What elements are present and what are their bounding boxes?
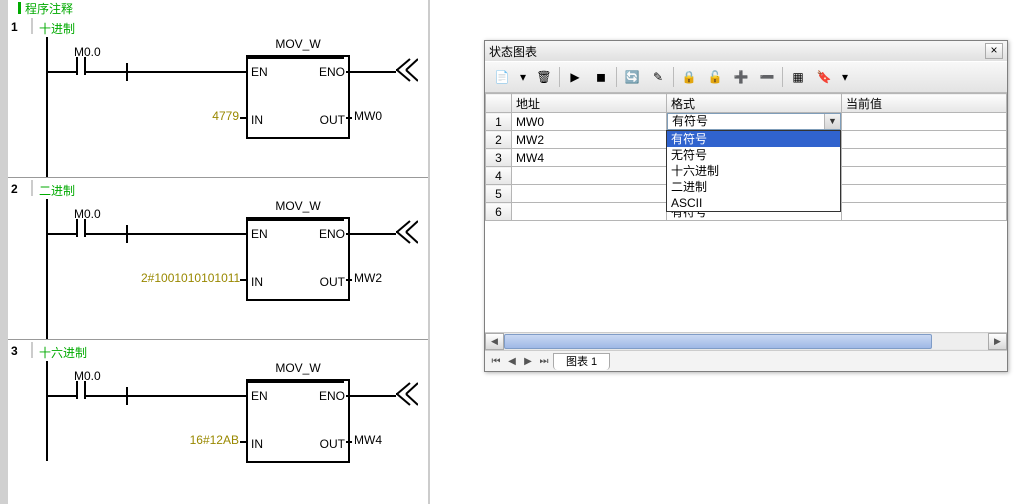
- force-remove-icon[interactable]: ➖: [756, 66, 778, 88]
- row-number: 6: [486, 203, 512, 221]
- dropdown-option[interactable]: ASCII: [667, 195, 840, 211]
- col-rownum[interactable]: [486, 94, 512, 113]
- cell-address[interactable]: MW4: [512, 149, 667, 167]
- refresh-icon[interactable]: 🔄: [621, 66, 643, 88]
- new-chart-icon[interactable]: 📄: [491, 66, 513, 88]
- eno-arrow-icon: [396, 381, 418, 407]
- cell-address[interactable]: [512, 167, 667, 185]
- cell-address[interactable]: MW0: [512, 113, 667, 131]
- dropdown-option[interactable]: 十六进制: [667, 163, 840, 179]
- edit-icon[interactable]: ✎: [647, 66, 669, 88]
- network-title: 二进制: [39, 180, 75, 199]
- tab-last-icon[interactable]: ⏭: [537, 354, 551, 368]
- out-value[interactable]: MW2: [354, 271, 382, 285]
- network-2[interactable]: 2 二进制 M0.0 MOV_W EN ENO IN OUT: [8, 178, 428, 340]
- network-title: 十进制: [39, 18, 75, 37]
- eno-arrow-icon: [396, 219, 418, 245]
- panel-title-text: 状态图表: [489, 43, 537, 60]
- h-scrollbar[interactable]: ◀ ▶: [485, 332, 1007, 350]
- network-title: 十六进制: [39, 342, 87, 361]
- network-3[interactable]: 3 十六进制 M0.0 MOV_W EN ENO IN OUT: [8, 340, 428, 461]
- sheet-tab[interactable]: 图表 1: [553, 353, 610, 370]
- format-combobox[interactable]: 有符号▼: [667, 113, 841, 130]
- cell-value[interactable]: [842, 131, 1007, 149]
- panel-toolbar: 📄 ▾ 🗑 ▶ ◼ 🔄 ✎ 🔒 🔓 ➕ ➖ ▦ 🔖 ▾: [485, 61, 1007, 93]
- dropdown-icon[interactable]: ▾: [839, 66, 851, 88]
- mov-w-block[interactable]: MOV_W EN ENO IN OUT: [246, 217, 350, 301]
- delete-icon[interactable]: 🗑: [533, 66, 555, 88]
- network-1[interactable]: 1 十进制 M0.0 MOV_W: [8, 16, 428, 178]
- scroll-right-icon[interactable]: ▶: [988, 333, 1007, 350]
- row-number: 4: [486, 167, 512, 185]
- cell-value[interactable]: [842, 185, 1007, 203]
- sheet-tabs: ⏮ ◀ ▶ ⏭ 图表 1: [485, 350, 1007, 371]
- cell-value[interactable]: [842, 149, 1007, 167]
- dropdown-option[interactable]: 无符号: [667, 147, 840, 163]
- program-comment-header: 程序注释: [8, 0, 428, 16]
- scroll-thumb[interactable]: [504, 334, 932, 349]
- tab-first-icon[interactable]: ⏮: [489, 354, 503, 368]
- lock-icon[interactable]: 🔒: [678, 66, 700, 88]
- unlock-icon[interactable]: 🔓: [704, 66, 726, 88]
- stop-icon[interactable]: ◼: [590, 66, 612, 88]
- cell-address[interactable]: [512, 203, 667, 221]
- mov-w-block[interactable]: MOV_W EN ENO IN OUT: [246, 379, 350, 463]
- row-number: 2: [486, 131, 512, 149]
- force-add-icon[interactable]: ➕: [730, 66, 752, 88]
- table-row[interactable]: 1MW0有符号▼: [486, 113, 1007, 131]
- cell-format[interactable]: 有符号▼: [667, 113, 842, 131]
- col-address[interactable]: 地址: [512, 94, 667, 113]
- out-value[interactable]: MW0: [354, 109, 382, 123]
- chevron-down-icon[interactable]: ▼: [824, 114, 840, 129]
- network-number: 3: [8, 342, 33, 358]
- table-view-icon[interactable]: ▦: [787, 66, 809, 88]
- ladder-editor: 程序注释 1 十进制 M0.0: [0, 0, 430, 504]
- panel-titlebar[interactable]: 状态图表 ×: [485, 41, 1007, 61]
- tab-prev-icon[interactable]: ◀: [505, 354, 519, 368]
- in-value[interactable]: 2#1001010101011: [141, 271, 239, 285]
- dropdown-option[interactable]: 二进制: [667, 179, 840, 195]
- in-value[interactable]: 16#12AB: [141, 433, 239, 447]
- col-format[interactable]: 格式: [667, 94, 842, 113]
- out-value[interactable]: MW4: [354, 433, 382, 447]
- in-value[interactable]: 4779: [141, 109, 239, 123]
- cell-value[interactable]: [842, 203, 1007, 221]
- run-icon[interactable]: ▶: [564, 66, 586, 88]
- eno-arrow-icon: [396, 57, 418, 83]
- status-table[interactable]: 地址 格式 当前值 1MW0有符号▼2MW2有符号3MW445有符号6有符号 有…: [485, 93, 1007, 332]
- network-number: 2: [8, 180, 33, 196]
- close-button[interactable]: ×: [985, 43, 1003, 59]
- tab-next-icon[interactable]: ▶: [521, 354, 535, 368]
- cell-value[interactable]: [842, 167, 1007, 185]
- row-number: 3: [486, 149, 512, 167]
- format-dropdown[interactable]: 有符号无符号十六进制二进制ASCII: [666, 130, 841, 212]
- cell-address[interactable]: [512, 185, 667, 203]
- cell-value[interactable]: [842, 113, 1007, 131]
- network-number: 1: [8, 18, 33, 34]
- row-number: 5: [486, 185, 512, 203]
- mov-w-block[interactable]: MOV_W EN ENO IN OUT: [246, 55, 350, 139]
- dropdown-icon[interactable]: ▾: [517, 66, 529, 88]
- tag-icon[interactable]: 🔖: [813, 66, 835, 88]
- col-value[interactable]: 当前值: [842, 94, 1007, 113]
- dropdown-option[interactable]: 有符号: [667, 131, 840, 147]
- status-chart-panel: 状态图表 × 📄 ▾ 🗑 ▶ ◼ 🔄 ✎ 🔒 🔓 ➕ ➖ ▦ 🔖 ▾: [484, 40, 1008, 372]
- row-number: 1: [486, 113, 512, 131]
- cell-address[interactable]: MW2: [512, 131, 667, 149]
- scroll-left-icon[interactable]: ◀: [485, 333, 504, 350]
